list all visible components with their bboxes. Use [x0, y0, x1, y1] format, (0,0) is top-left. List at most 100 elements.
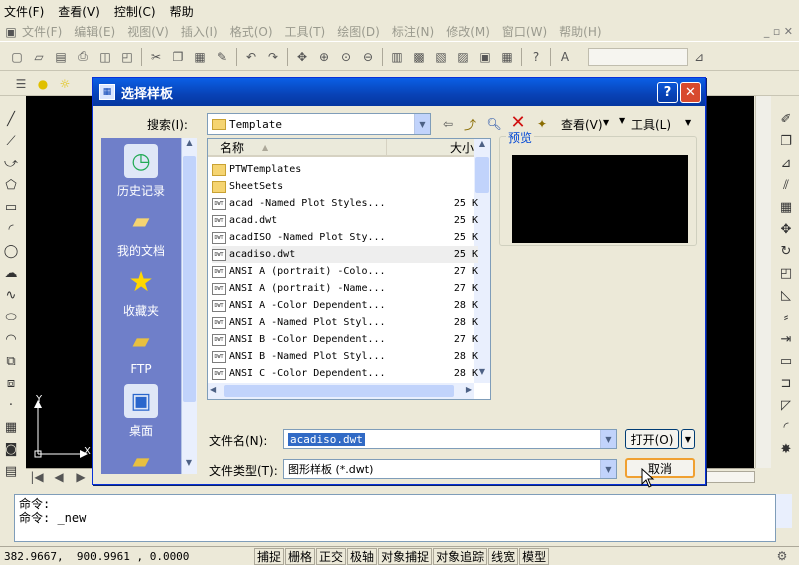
insert-block-icon[interactable]: ⧉ — [0, 350, 22, 372]
file-row[interactable]: DWT acad -Named Plot Styles... 25 K — [212, 195, 478, 212]
filelist-scroll-up-icon[interactable]: ▲ — [474, 139, 490, 155]
table-icon[interactable]: ▤ — [0, 460, 22, 482]
app-menu-tools[interactable]: 工具(T) — [285, 23, 326, 40]
app-menu-modify[interactable]: 修改(M) — [446, 23, 490, 40]
place-favorites[interactable]: ★ 收藏夹 — [101, 264, 181, 319]
app-menu-dimension[interactable]: 标注(N) — [392, 23, 434, 40]
sheet-set-icon[interactable]: ▨ — [454, 48, 472, 66]
file-list[interactable]: 名称 ▲ 大小 ▲ ▼ ◀ ▶ PTWTemplates SheetSets DWT… — [207, 138, 491, 400]
file-row[interactable]: DWT ANSI B -Named Plot Styl... 28 K — [212, 348, 478, 365]
redo-icon[interactable]: ↷ — [264, 48, 282, 66]
arc-icon[interactable]: ◜ — [0, 218, 22, 240]
mirror-icon[interactable]: ⊿ — [775, 152, 797, 174]
break-icon[interactable]: ▭ — [775, 350, 797, 372]
dialog-close-button[interactable]: ✕ — [680, 81, 701, 103]
zoom-window-icon[interactable]: ⊙ — [337, 48, 355, 66]
filename-chevron-icon[interactable]: ▼ — [600, 430, 616, 448]
lightbulb-icon[interactable]: ● — [34, 75, 52, 93]
app-menu-draw[interactable]: 绘图(D) — [337, 23, 380, 40]
menu-help[interactable]: 帮助 — [170, 3, 194, 20]
ellipse-icon[interactable]: ⬭ — [0, 306, 22, 328]
open-options-icon[interactable]: ▼ — [681, 429, 695, 449]
chevron-down-icon[interactable]: ▼ — [414, 114, 430, 134]
filetype-chevron-icon[interactable]: ▼ — [600, 460, 616, 478]
lineweight-toggle[interactable]: 线宽 — [488, 547, 519, 565]
circle-icon[interactable]: ◯ — [0, 240, 22, 262]
zoom-realtime-icon[interactable]: ⊕ — [315, 48, 333, 66]
rotate-icon[interactable]: ↻ — [775, 240, 797, 262]
help-icon[interactable]: ? — [527, 48, 545, 66]
osnap-toggle[interactable]: 对象捕捉 — [378, 547, 433, 565]
command-history[interactable]: 命令: 命令: _new — [14, 494, 776, 542]
sun-icon[interactable]: ☼ — [56, 75, 74, 93]
pan-icon[interactable]: ✥ — [293, 48, 311, 66]
polar-toggle[interactable]: 极轴 — [347, 547, 378, 565]
extend-icon[interactable]: ⇥ — [775, 328, 797, 350]
place-ftp[interactable]: ▰ FTP — [101, 324, 181, 377]
publish-icon[interactable]: ◰ — [118, 48, 136, 66]
tab-first-icon[interactable]: |◀ — [28, 468, 46, 486]
snap-toggle[interactable]: 捕捉 — [254, 547, 285, 565]
ortho-toggle[interactable]: 正交 — [316, 547, 347, 565]
dialog-titlebar[interactable]: ▦ 选择样板 ? ✕ — [93, 78, 705, 106]
places-scroll-up-icon[interactable]: ▲ — [182, 138, 197, 154]
file-row[interactable]: DWT ANSI B -Color Dependent... 27 K — [212, 331, 478, 348]
view-dropdown-icon[interactable]: ▼ — [603, 118, 609, 127]
polygon-icon[interactable]: ⬠ — [0, 174, 22, 196]
copy-icon[interactable]: ❐ — [169, 48, 187, 66]
menu-control[interactable]: 控制(C) — [114, 3, 156, 20]
filelist-hscroll-thumb[interactable] — [224, 385, 454, 397]
tools-menu[interactable]: 工具(L) — [631, 116, 671, 133]
undo-icon[interactable]: ↶ — [242, 48, 260, 66]
drawing-vscrollbar[interactable] — [755, 96, 771, 468]
app-menu-help[interactable]: 帮助(H) — [559, 23, 601, 40]
filename-input[interactable]: acadiso.dwt — [288, 432, 365, 446]
column-header-name[interactable]: 名称 ▲ — [208, 139, 386, 157]
model-toggle[interactable]: 模型 — [519, 547, 550, 565]
calculator-icon[interactable]: ▦ — [498, 48, 516, 66]
ellipse-arc-icon[interactable]: ◠ — [0, 328, 22, 350]
place-my-documents[interactable]: ▰ 我的文档 — [101, 204, 181, 259]
tool-palette-icon[interactable]: ▧ — [432, 48, 450, 66]
place-desktop[interactable]: ▣ 桌面 — [101, 384, 181, 439]
filelist-scroll-right-icon[interactable]: ▶ — [466, 385, 472, 394]
file-row[interactable]: DWT ANSI A (portrait) -Colo... 27 K — [212, 263, 478, 280]
new-folder-icon[interactable]: ✦ — [533, 115, 551, 133]
save-icon[interactable]: ▤ — [52, 48, 70, 66]
file-row[interactable]: DWT acad.dwt 25 K — [212, 212, 478, 229]
filetype-combo[interactable]: 图形样板 (*.dwt) ▼ — [283, 459, 617, 479]
zoom-previous-icon[interactable]: ⊖ — [359, 48, 377, 66]
filelist-hscrollbar[interactable]: ◀ ▶ — [208, 383, 474, 399]
filename-combo[interactable]: acadiso.dwt ▼ — [283, 429, 617, 449]
back-icon[interactable]: ⇦ — [439, 115, 457, 133]
offset-icon[interactable]: ⫽ — [775, 174, 797, 196]
up-folder-icon[interactable]: ⤴ — [461, 115, 479, 133]
command-scrollbar[interactable] — [776, 494, 792, 528]
search-combo[interactable]: Template ▼ — [207, 113, 431, 135]
tools-dropdown-icon[interactable]: ▼ — [619, 116, 625, 125]
print-icon[interactable]: ⎙ — [74, 48, 92, 66]
places-scroll-thumb[interactable] — [183, 156, 196, 402]
join-icon[interactable]: ⊐ — [775, 372, 797, 394]
erase-icon[interactable]: ✐ — [775, 108, 797, 130]
array-icon[interactable]: ▦ — [775, 196, 797, 218]
paste-icon[interactable]: ▦ — [191, 48, 209, 66]
point-icon[interactable]: · — [0, 394, 22, 416]
fillet-icon[interactable]: ◜ — [775, 416, 797, 438]
otrack-toggle[interactable]: 对象追踪 — [433, 547, 488, 565]
new-icon[interactable]: ▢ — [8, 48, 26, 66]
column-header-size[interactable]: 大小 — [386, 139, 476, 157]
window-controls[interactable]: _ ▫ ✕ — [764, 25, 793, 38]
file-row[interactable]: DWT acadISO -Named Plot Sty... 25 K — [212, 229, 478, 246]
construction-line-icon[interactable]: ⟋ — [0, 130, 22, 152]
trim-icon[interactable]: ⸗ — [775, 306, 797, 328]
file-row[interactable]: PTWTemplates — [212, 161, 478, 178]
polyline-icon[interactable]: ⤻ — [0, 152, 22, 174]
rectangle-icon[interactable]: ▭ — [0, 196, 22, 218]
app-menu-format[interactable]: 格式(O) — [230, 23, 273, 40]
dim-style-icon[interactable]: ⊿ — [690, 48, 708, 66]
filelist-scroll-left-icon[interactable]: ◀ — [210, 385, 216, 394]
preview-icon[interactable]: ◫ — [96, 48, 114, 66]
app-menu-edit[interactable]: 编辑(E) — [74, 23, 115, 40]
hatch-icon[interactable]: ▦ — [0, 416, 22, 438]
